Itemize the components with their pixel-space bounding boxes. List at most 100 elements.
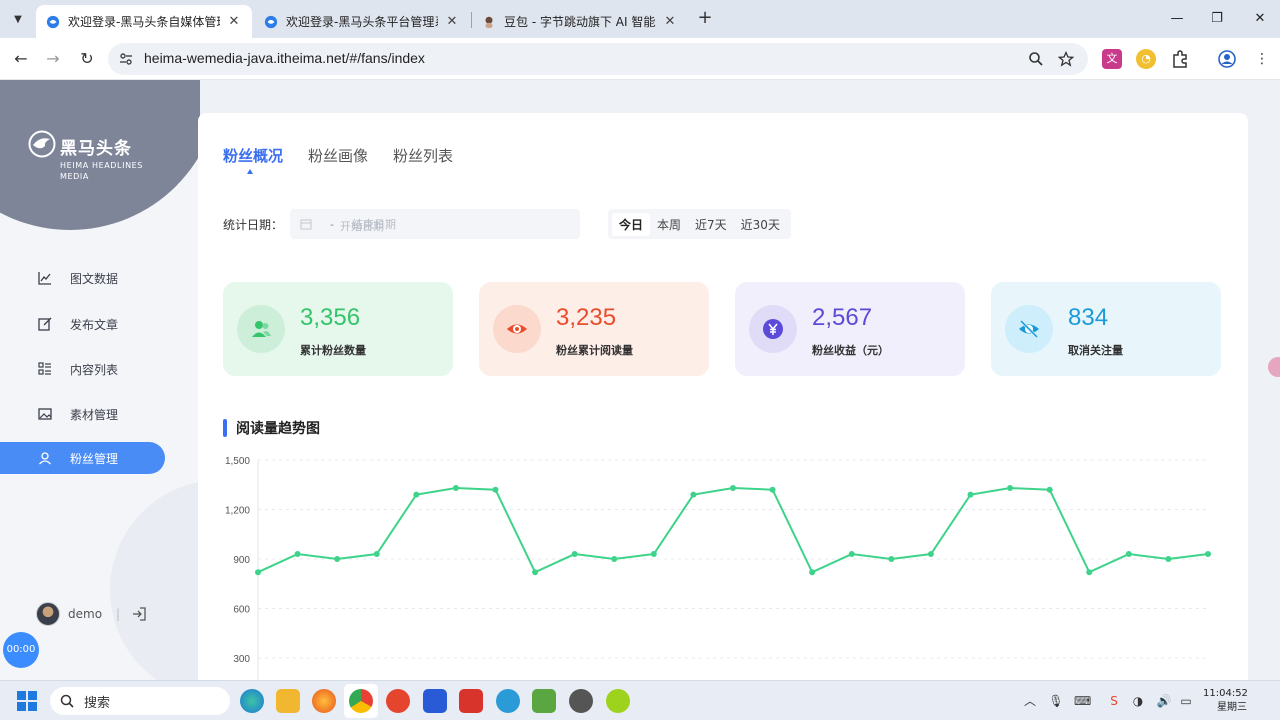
data-point <box>967 491 974 498</box>
data-point <box>334 556 341 562</box>
app-icon[interactable] <box>459 689 483 713</box>
ime-icon[interactable]: S <box>1106 693 1122 709</box>
heima-favicon-icon <box>264 15 278 28</box>
taskbar-search-placeholder: 搜索 <box>84 695 111 711</box>
windows-taskbar: 搜索 ︿ 🎙 ⌨ S ◑ 🔊 ▭ 11:04:52 星期三 <box>0 680 1280 720</box>
battery-icon[interactable]: ▭ <box>1178 693 1194 709</box>
clock-weekday: 星期三 <box>1217 702 1247 713</box>
browser-tab-2[interactable]: 欢迎登录-黑马头条平台管理系 ✕ <box>254 5 470 38</box>
logo-subtitle: HEIMA HEADLINES MEDIA <box>60 161 143 181</box>
browser-tab-title: 豆包 - 字节跳动旗下 AI 智能助 <box>504 15 656 29</box>
taskbar-search[interactable]: 搜索 <box>50 687 230 715</box>
stat-icon-circle <box>237 305 285 353</box>
tab-fans-list[interactable]: 粉丝列表 <box>393 145 453 166</box>
input-method-icon[interactable]: ⌨ <box>1074 693 1091 709</box>
y-tick-label: 1,200 <box>225 506 250 517</box>
back-arrow-icon[interactable]: ← <box>10 48 32 70</box>
profile-icon[interactable] <box>1217 49 1237 69</box>
date-range-picker[interactable]: 开始日期 - 结束日期 <box>290 209 580 239</box>
app-icon[interactable] <box>386 689 410 713</box>
range-30-days-button[interactable]: 近30天 <box>734 213 787 236</box>
data-point <box>927 551 934 558</box>
data-point <box>532 569 539 576</box>
data-point <box>730 485 736 492</box>
logo-title: 黑马头条 <box>60 139 132 159</box>
address-bar[interactable]: heima-wemedia-java.itheima.net/#/fans/in… <box>108 43 1088 75</box>
tray-expand-icon[interactable]: ︿ <box>1022 693 1038 709</box>
windows-start-icon[interactable] <box>16 690 38 712</box>
firefox-icon[interactable] <box>312 689 336 713</box>
forward-arrow-icon[interactable]: → <box>42 48 64 70</box>
sidebar-item-fans[interactable]: 粉丝管理 <box>0 442 165 474</box>
stat-card-revenue: 2,567 粉丝收益（元） <box>735 282 965 376</box>
recording-timer-badge[interactable]: 00:00 <box>3 632 39 668</box>
app-icon[interactable] <box>532 689 556 713</box>
list-icon <box>38 362 51 375</box>
security-icon[interactable]: ◑ <box>1130 693 1146 709</box>
clock-time: 11:04:52 <box>1203 688 1248 699</box>
clock-app-icon[interactable] <box>569 689 593 713</box>
new-tab-button[interactable]: + <box>694 8 716 30</box>
close-window-icon[interactable]: ✕ <box>1249 8 1271 30</box>
start-date-input[interactable]: 开始日期 <box>340 218 420 240</box>
file-explorer-icon[interactable] <box>276 689 300 713</box>
zoom-icon[interactable] <box>1028 51 1044 67</box>
tab-fans-overview[interactable]: 粉丝概况 <box>223 145 283 174</box>
microphone-icon[interactable]: 🎙 <box>1048 693 1064 709</box>
bookmark-star-icon[interactable] <box>1058 51 1074 67</box>
range-7-days-button[interactable]: 近7天 <box>688 213 734 236</box>
app-icon[interactable] <box>606 689 630 713</box>
close-tab-icon[interactable]: ✕ <box>662 14 678 29</box>
browser-tab-1[interactable]: 欢迎登录-黑马头条自媒体管理 ✕ <box>36 5 252 38</box>
tab-fans-profile[interactable]: 粉丝画像 <box>308 145 368 166</box>
data-point <box>373 551 380 558</box>
edge-app-icon[interactable] <box>240 689 264 713</box>
app-icon[interactable] <box>496 689 520 713</box>
browser-tab-3[interactable]: 豆包 - 字节跳动旗下 AI 智能助 ✕ <box>472 5 688 38</box>
extensions-puzzle-icon[interactable] <box>1170 49 1190 69</box>
browser-toolbar: ← → ↻ heima-wemedia-java.itheima.net/#/f… <box>0 38 1280 80</box>
app-icon[interactable] <box>423 689 447 713</box>
chrome-icon[interactable] <box>349 689 373 713</box>
stat-value: 834 <box>1068 304 1109 331</box>
sidebar-item-publish[interactable]: 发布文章 <box>0 308 165 340</box>
stat-label: 累计粉丝数量 <box>300 344 366 357</box>
y-tick-label: 600 <box>233 605 250 616</box>
heima-logo-icon <box>28 130 56 158</box>
reload-icon[interactable]: ↻ <box>76 48 98 70</box>
stat-value: 2,567 <box>812 304 873 331</box>
translate-extension-icon[interactable]: 文 <box>1102 49 1122 69</box>
sidebar-item-materials[interactable]: 素材管理 <box>0 398 165 430</box>
taskbar-clock[interactable]: 11:04:52 星期三 <box>1203 687 1248 715</box>
sidebar-item-label: 素材管理 <box>70 407 119 422</box>
data-point <box>1205 551 1211 558</box>
search-icon <box>60 694 74 708</box>
browser-menu-icon[interactable]: ⋮ <box>1252 49 1272 69</box>
users-icon <box>252 321 271 337</box>
user-icon <box>39 452 51 465</box>
avatar[interactable] <box>36 602 60 626</box>
user-separator: | <box>116 607 121 621</box>
close-tab-icon[interactable]: ✕ <box>444 14 460 29</box>
sidebar-item-content-list[interactable]: 内容列表 <box>0 353 165 385</box>
fans-panel: 粉丝概况 粉丝画像 粉丝列表 统计日期： 开始日期 - 结束日期 今日 本周 近… <box>198 113 1248 680</box>
data-point <box>690 491 697 498</box>
sidebar-item-article-data[interactable]: 图文数据 <box>0 262 165 294</box>
doubao-favicon-icon <box>485 16 493 28</box>
data-point <box>848 551 855 558</box>
extension-icon[interactable]: ◔ <box>1136 49 1156 69</box>
close-tab-icon[interactable]: ✕ <box>226 14 242 29</box>
restore-window-icon[interactable]: ❐ <box>1206 8 1228 30</box>
volume-icon[interactable]: 🔊 <box>1156 693 1172 709</box>
site-settings-icon[interactable] <box>118 51 134 67</box>
tab-search-dropdown-icon[interactable]: ▼ <box>6 7 30 31</box>
chart-title: 阅读量趋势图 <box>223 418 320 438</box>
floating-assistant-icon[interactable] <box>1268 357 1280 377</box>
minimize-window-icon[interactable]: — <box>1166 8 1188 30</box>
series-line <box>257 487 1209 574</box>
range-this-week-button[interactable]: 本周 <box>650 213 688 236</box>
logout-icon[interactable] <box>132 607 146 621</box>
stat-value: 3,356 <box>300 304 361 331</box>
range-today-button[interactable]: 今日 <box>612 212 651 236</box>
y-tick-label: 900 <box>233 555 250 566</box>
